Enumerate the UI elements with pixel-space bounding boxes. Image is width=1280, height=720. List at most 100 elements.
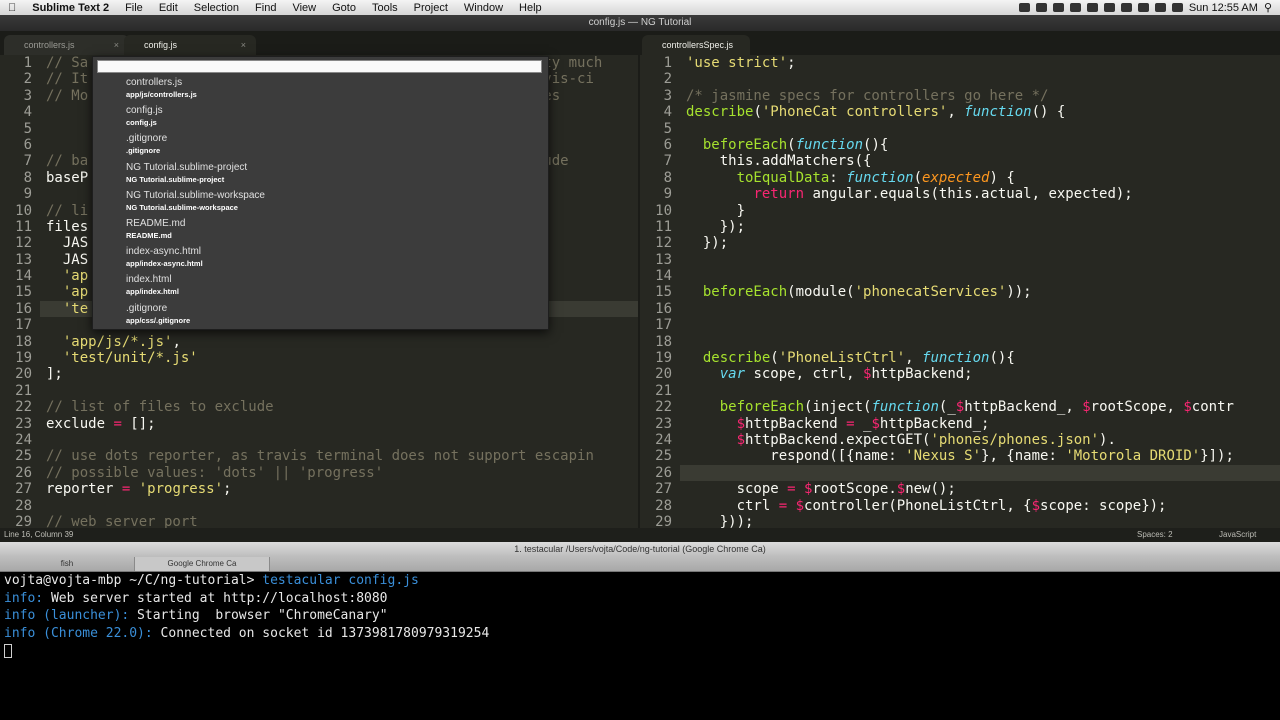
code-line[interactable]	[686, 334, 1234, 350]
code-line[interactable]: // possible values: 'dots' || 'progress'	[46, 465, 602, 481]
code-token: $	[871, 415, 880, 432]
tab-config-js[interactable]: config.js ×	[124, 35, 256, 55]
code-line[interactable]: });	[686, 235, 1234, 251]
menu-goto[interactable]: Goto	[324, 2, 364, 14]
goto-anything-panel: controllers.js app/js/controllers.js confi…	[92, 56, 549, 330]
code-line[interactable]	[46, 383, 602, 399]
menu-view[interactable]: View	[284, 2, 324, 14]
code-line[interactable]: }	[686, 203, 1234, 219]
tab-controllers-spec-js[interactable]: controllersSpec.js	[642, 35, 750, 55]
code-line[interactable]: // web server port	[46, 514, 602, 528]
goto-result-item[interactable]: README.md README.md	[126, 217, 185, 245]
code-line[interactable]	[46, 498, 602, 514]
code-line[interactable]	[686, 465, 1234, 481]
code-line[interactable]: this.addMatchers({	[686, 153, 1234, 169]
close-icon[interactable]: ×	[241, 35, 246, 55]
goto-result-item[interactable]: .gitignore app/css/.gitignore	[126, 302, 190, 330]
code-line[interactable]: ctrl = $controller(PhoneListCtrl, {$scop…	[686, 498, 1234, 514]
code-line[interactable]	[686, 317, 1234, 333]
code-text[interactable]: 'use strict'; /* jasmine specs for contr…	[686, 55, 1234, 528]
right-editor-pane[interactable]: 1 2 3 4 5 6 7 8 9 10 11 12 13 14 15 16 17 18 19 20 21 22 23 24 2…	[640, 55, 1280, 528]
tab-controllers-js[interactable]: controllers.js ×	[4, 35, 129, 55]
menu-tools[interactable]: Tools	[364, 2, 406, 14]
menu-selection[interactable]: Selection	[186, 2, 247, 14]
menu-project[interactable]: Project	[406, 2, 456, 14]
terminal-tab-bar: fish Google Chrome Ca	[0, 557, 1280, 572]
code-line[interactable]: respond([{name: 'Nexus S'}, {name: 'Moto…	[686, 448, 1234, 464]
flag-icon[interactable]	[1137, 3, 1149, 12]
code-line[interactable]: exclude = [];	[46, 416, 602, 432]
code-line[interactable]: beforeEach(function(){	[686, 137, 1234, 153]
code-line[interactable]: beforeEach(module('phonecatServices'));	[686, 284, 1234, 300]
code-line[interactable]	[686, 301, 1234, 317]
code-line[interactable]: }));	[686, 514, 1234, 528]
tray-icon[interactable]	[1069, 3, 1081, 12]
goto-result-item[interactable]: index.html app/index.html	[126, 273, 179, 301]
menubar-clock[interactable]: Sun 12:55 AM	[1189, 2, 1258, 14]
app-menu[interactable]: Sublime Text 2	[24, 2, 117, 14]
line-number: 2	[663, 71, 672, 88]
code-line[interactable]: // use dots reporter, as travis terminal…	[46, 448, 602, 464]
bluetooth-icon[interactable]	[1103, 3, 1115, 12]
code-line[interactable]: reporter = 'progress';	[46, 481, 602, 497]
code-line[interactable]	[686, 268, 1234, 284]
code-line[interactable]	[686, 121, 1234, 137]
goto-result-item[interactable]: .gitignore .gitignore	[126, 132, 167, 160]
goto-result-item[interactable]: index-async.html app/index-async.html	[126, 245, 203, 273]
result-file-name: config.js	[126, 105, 163, 117]
code-line[interactable]: describe('PhoneCat controllers', functio…	[686, 104, 1234, 120]
code-line[interactable]: ];	[46, 366, 602, 382]
tray-icon[interactable]	[1035, 3, 1047, 12]
code-line[interactable]: beforeEach(inject(function(_$httpBackend…	[686, 399, 1234, 415]
code-token: () {	[1031, 104, 1066, 121]
result-file-name: index.html	[126, 274, 172, 286]
code-line[interactable]	[686, 252, 1234, 268]
terminal-output[interactable]: vojta@vojta-mbp ~/C/ng-tutorial> testacu…	[0, 572, 1280, 720]
code-token: (){	[863, 136, 889, 153]
apple-menu-icon[interactable]: 	[0, 2, 24, 14]
goto-result-item[interactable]: config.js config.js	[126, 104, 163, 132]
search-icon[interactable]: ⚲	[1264, 1, 1272, 14]
code-line[interactable]: var scope, ctrl, $httpBackend;	[686, 366, 1234, 382]
code-line[interactable]: /* jasmine specs for controllers go here…	[686, 88, 1234, 104]
menu-help[interactable]: Help	[511, 2, 550, 14]
tray-icon[interactable]	[1086, 3, 1098, 12]
goto-result-item[interactable]: NG Tutorial.sublime-workspace NG Tutorial…	[126, 189, 265, 217]
code-token: // Mo	[46, 87, 89, 104]
battery-icon[interactable]	[1171, 3, 1183, 12]
wifi-icon[interactable]	[1120, 3, 1132, 12]
code-line[interactable]: 'test/unit/*.js'	[46, 350, 602, 366]
terminal-tab-fish[interactable]: fish	[0, 557, 134, 571]
goto-anything-input[interactable]	[97, 60, 542, 73]
syntax-selector[interactable]: JavaScript	[1219, 528, 1256, 542]
menu-file[interactable]: File	[117, 2, 151, 14]
code-line[interactable]	[46, 432, 602, 448]
code-token: 'test/unit/*.js'	[46, 350, 198, 367]
code-line[interactable]: 'app/js/*.js',	[46, 334, 602, 350]
code-line[interactable]: describe('PhoneListCtrl', function(){	[686, 350, 1234, 366]
code-line[interactable]: toEqualData: function(expected) {	[686, 170, 1234, 186]
code-line[interactable]: $httpBackend.expectGET('phones/phones.js…	[686, 432, 1234, 448]
close-icon[interactable]: ×	[114, 35, 119, 55]
code-token: [];	[121, 415, 156, 432]
result-file-path: NG Tutorial.sublime-project	[126, 174, 225, 184]
volume-icon[interactable]	[1154, 3, 1166, 12]
indentation-setting[interactable]: Spaces: 2	[1137, 528, 1173, 542]
code-line[interactable]: // list of files to exclude	[46, 399, 602, 415]
tray-icon[interactable]	[1052, 3, 1064, 12]
goto-result-item[interactable]: controllers.js app/js/controllers.js	[126, 76, 197, 104]
code-line[interactable]: $httpBackend = _$httpBackend_;	[686, 416, 1234, 432]
code-line[interactable]: return angular.equals(this.actual, expec…	[686, 186, 1234, 202]
code-line[interactable]	[686, 71, 1234, 87]
menu-window[interactable]: Window	[456, 2, 511, 14]
code-line[interactable]: scope = $rootScope.$new();	[686, 481, 1234, 497]
code-line[interactable]	[686, 383, 1234, 399]
goto-result-item[interactable]: NG Tutorial.sublime-project NG Tutorial.s…	[126, 161, 247, 189]
tray-icon[interactable]	[1018, 3, 1030, 12]
code-line[interactable]: });	[686, 219, 1234, 235]
log-text: Web server started at http://localhost:8…	[43, 590, 388, 606]
menu-edit[interactable]: Edit	[151, 2, 186, 14]
menu-find[interactable]: Find	[247, 2, 284, 14]
code-line[interactable]: 'use strict';	[686, 55, 1234, 71]
terminal-tab-chrome[interactable]: Google Chrome Ca	[134, 557, 270, 571]
